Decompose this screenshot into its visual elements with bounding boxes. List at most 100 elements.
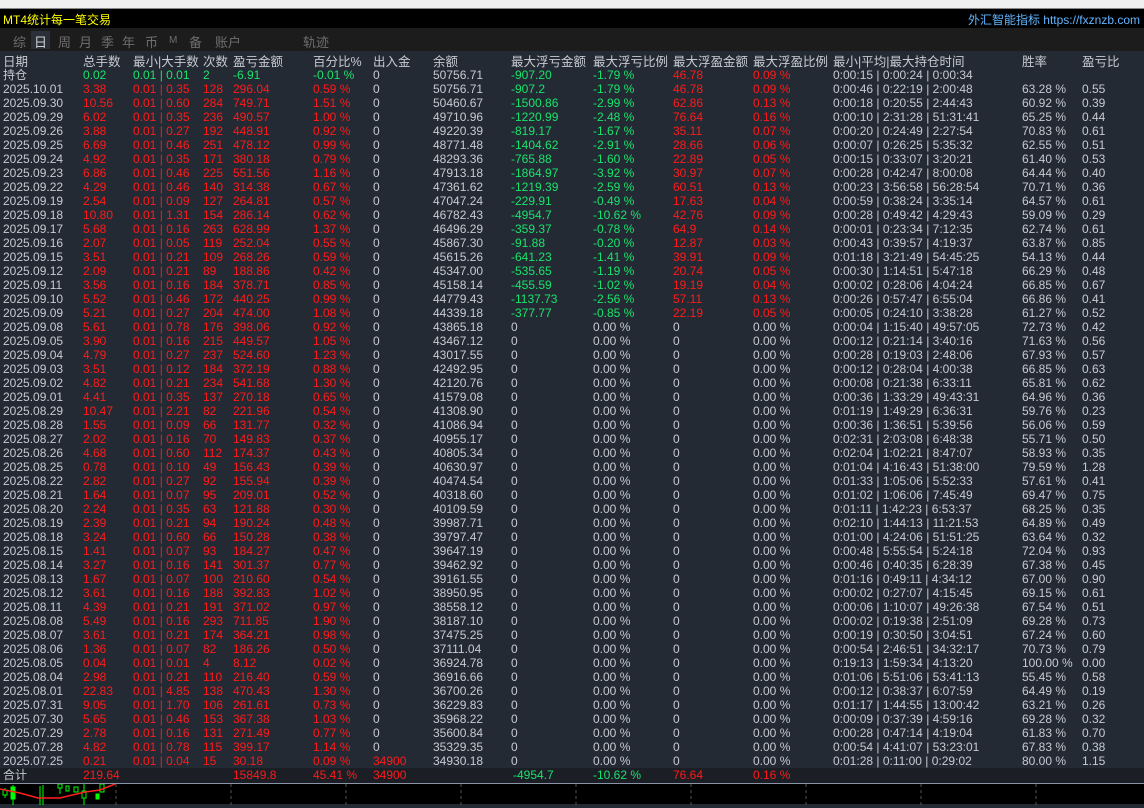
trade-count: 82 — [203, 404, 217, 418]
pnl-percent: 0.77 % — [313, 726, 351, 740]
max-float-gain-pct: 0.09 % — [753, 208, 791, 222]
profit-loss-ratio: 1.15 — [1082, 754, 1106, 768]
win-rate: 64.89 % — [1022, 516, 1067, 530]
deposit-withdrawal: 0 — [373, 348, 380, 362]
balance: 41579.08 — [433, 390, 484, 404]
deposit-withdrawal: 0 — [373, 110, 380, 124]
min-max-lots: 0.01 | 4.85 — [133, 684, 190, 698]
min-max-lots: 0.01 | 0.78 — [133, 740, 190, 754]
totals-max-float-gain-pct: 0.16 % — [753, 768, 791, 782]
deposit-withdrawal: 0 — [373, 418, 380, 432]
table-row: 2025.08.13 1.67 0.01 | 0.07 100 210.60 0.54 %… — [0, 572, 1144, 586]
pnl-percent: 0.02 % — [313, 656, 351, 670]
tab-4[interactable]: 季 — [98, 31, 117, 50]
min-max-lots: 0.01 | 1.31 — [133, 208, 190, 222]
balance: 45615.26 — [433, 250, 484, 264]
table-row: 2025.07.31 9.05 0.01 | 1.70 106 261.61 0.73 %… — [0, 698, 1144, 712]
pnl-amount: 270.18 — [233, 390, 270, 404]
tab-1[interactable]: 日 — [31, 31, 51, 50]
pnl-percent: 0.39 % — [313, 474, 351, 488]
pnl-amount: 490.57 — [233, 110, 270, 124]
holding-time: 0:01:28 | 0:11:00 | 0:29:02 — [833, 754, 972, 768]
trade-count: 93 — [203, 544, 217, 558]
max-float-gain: 0 — [673, 642, 680, 656]
balance: 47361.62 — [433, 180, 484, 194]
max-float-loss-pct: 0.00 % — [593, 502, 631, 516]
pnl-percent: 0.57 % — [313, 194, 351, 208]
tab-6[interactable]: 币 — [142, 31, 161, 50]
balance: 39161.55 — [433, 572, 484, 586]
deposit-withdrawal: 0 — [373, 698, 380, 712]
tab-0[interactable]: 综 — [10, 31, 29, 50]
win-rate: 64.57 % — [1022, 194, 1067, 208]
holding-time: 0:00:05 | 0:24:10 | 3:38:28 — [833, 306, 973, 320]
pnl-percent: 1.02 % — [313, 586, 351, 600]
tab-9[interactable]: 账户 — [212, 31, 244, 50]
balance: 50460.67 — [433, 96, 484, 110]
date: 2025.08.21 — [3, 488, 64, 502]
max-float-loss: -1404.62 — [511, 138, 559, 152]
max-float-gain: 46.78 — [673, 82, 704, 96]
trade-count: 131 — [203, 726, 224, 740]
deposit-withdrawal: 0 — [373, 138, 380, 152]
trade-count: 95 — [203, 488, 217, 502]
profit-loss-ratio: 0.63 — [1082, 362, 1106, 376]
deposit-withdrawal: 0 — [373, 712, 380, 726]
max-float-gain: 35.11 — [673, 124, 703, 138]
win-rate: 61.27 % — [1022, 306, 1067, 320]
win-rate: 70.73 % — [1022, 642, 1067, 656]
balance: 46782.43 — [433, 208, 484, 222]
pnl-amount: 156.43 — [233, 460, 270, 474]
deposit-withdrawal: 0 — [373, 446, 380, 460]
balance: 46496.29 — [433, 222, 484, 236]
tab-5[interactable]: 年 — [119, 31, 138, 50]
deposit-withdrawal: 0 — [373, 572, 380, 586]
date: 持仓 — [3, 68, 28, 82]
max-float-loss-pct: 0.00 % — [593, 586, 631, 600]
deposit-withdrawal: 0 — [373, 740, 380, 754]
site-link[interactable]: 外汇智能指标 https://fxznzb.com — [968, 11, 1140, 28]
table-row: 2025.08.06 1.36 0.01 | 0.07 82 186.26 0.50 % 0… — [0, 642, 1144, 656]
deposit-withdrawal: 0 — [373, 502, 380, 516]
date: 日期 — [3, 55, 29, 69]
min-max-lots: 0.01 | 1.70 — [133, 698, 190, 712]
pnl-amount: 367.38 — [233, 712, 270, 726]
pnl-amount: 440.25 — [233, 292, 270, 306]
max-float-gain: 0 — [673, 544, 680, 558]
pnl-percent: 1.14 % — [313, 740, 351, 754]
balance: 48293.36 — [433, 152, 484, 166]
max-float-loss-pct: 0.00 % — [593, 390, 631, 404]
pnl-percent: 1.00 % — [313, 110, 351, 124]
holding-time: 0:00:08 | 0:21:38 | 6:33:11 — [833, 376, 972, 390]
tab-3[interactable]: 月 — [76, 31, 95, 50]
max-float-gain-pct: 0.00 % — [753, 334, 791, 348]
max-float-gain-pct: 0.03 % — [753, 236, 791, 250]
deposit-withdrawal: 0 — [373, 726, 380, 740]
min-max-lots: 0.01 | 0.09 — [133, 194, 190, 208]
pnl-percent: 0.32 % — [313, 418, 351, 432]
total-lots: 4.92 — [83, 152, 107, 166]
pnl-amount: 149.83 — [233, 432, 270, 446]
tab-8[interactable]: 备 — [186, 31, 205, 50]
min-max-lots: 0.01 | 0.60 — [133, 96, 190, 110]
tab-7[interactable]: M — [166, 34, 180, 52]
pnl-percent: 0.50 % — [313, 642, 351, 656]
table-row: 2025.09.30 10.56 0.01 | 0.60 284 749.71 1.51 … — [0, 96, 1144, 110]
profit-loss-ratio: 0.36 — [1082, 180, 1106, 194]
win-rate: 69.28 % — [1022, 614, 1067, 628]
max-float-gain-pct: 0.00 % — [753, 740, 791, 754]
date: 2025.09.17 — [3, 222, 64, 236]
total-lots: 2.54 — [83, 194, 107, 208]
trade-count: 234 — [203, 376, 224, 390]
trade-count: 153 — [203, 712, 224, 726]
pnl-percent: 0.48 % — [313, 516, 351, 530]
balance: 38950.95 — [433, 586, 484, 600]
max-float-loss-pct: -1.79 % — [593, 82, 635, 96]
pnl-percent: 0.54 % — [313, 404, 351, 418]
table-row: 2025.08.04 2.98 0.01 | 0.21 110 216.40 0.59 %… — [0, 670, 1144, 684]
balance: 47047.24 — [433, 194, 484, 208]
tab-2[interactable]: 周 — [55, 31, 74, 50]
min-max-lots: 0.01 | 0.21 — [133, 600, 190, 614]
trade-count: 184 — [203, 362, 224, 376]
tab-10[interactable]: 轨迹 — [300, 31, 332, 50]
